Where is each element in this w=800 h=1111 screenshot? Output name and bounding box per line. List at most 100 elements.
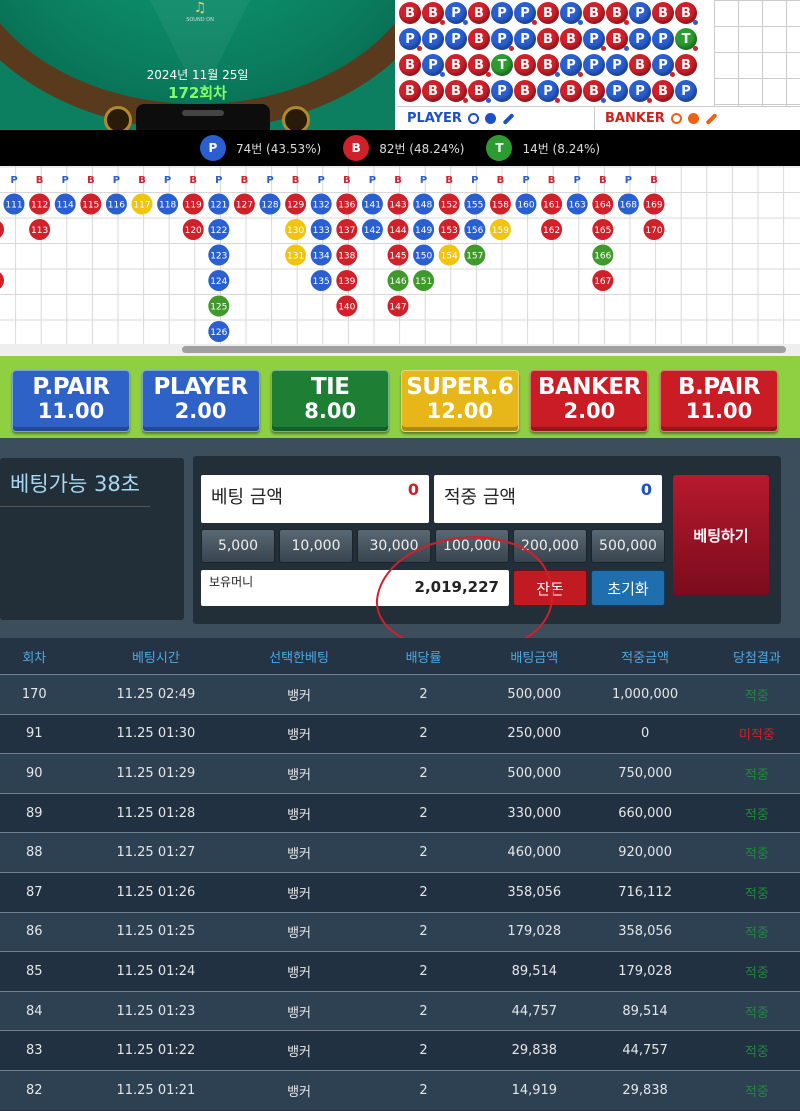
round-number-label: 125 [210, 303, 227, 313]
scrollbar-thumb[interactable] [182, 346, 786, 353]
stat-text: 14번 (8.24%) [522, 141, 601, 156]
column-header: B [292, 175, 300, 186]
history-row: 86 11.25 01:25 뱅커 2 179,028 358,056 적중 [0, 911, 800, 952]
history-cell: 11.25 01:21 [116, 1082, 196, 1098]
game-header: ♫ SOUND ON 2024년 11월 25일 172회차 BBPBPPBPB… [0, 0, 800, 131]
column-header: P [10, 175, 17, 186]
chip-button[interactable]: 200,000 [513, 529, 587, 563]
chip-button[interactable]: 500,000 [591, 529, 665, 563]
stat-text: 74번 (43.53%) [235, 141, 322, 156]
column-header: B [36, 175, 44, 186]
bead-result: B [583, 80, 606, 103]
history-row: 85 11.25 01:24 뱅커 2 89,514 179,028 적중 [0, 951, 800, 991]
bet-option-name: SUPER.6 [406, 374, 514, 400]
history-cell: 170 [21, 686, 47, 702]
round-number-label: 130 [287, 226, 304, 236]
chip-button[interactable]: 100,000 [435, 529, 509, 563]
round-number-label: 166 [594, 252, 611, 262]
result-circle [0, 221, 4, 238]
history-cell: 뱅커 [287, 807, 311, 823]
column-header: B [599, 175, 607, 186]
bet-history: 회차 베팅시간 선택한베팅 배당률 배팅금액 적중금액 당첨결과 170 11.25 02:4… [0, 638, 800, 1111]
round-number-label: 124 [210, 277, 227, 287]
bead-result: P [514, 28, 536, 50]
win-amount-value: 0 [640, 480, 652, 499]
round-number-label: 165 [594, 226, 611, 236]
column-header: P [164, 175, 171, 186]
result-ball-icon: P [199, 135, 226, 161]
bet-option-odds: 11.00 [685, 399, 753, 423]
history-column-header: 회차 [22, 650, 47, 666]
column-header: B [189, 175, 197, 186]
result-ball-icon: T [486, 135, 513, 161]
history-column-header: 적중금액 [621, 650, 670, 666]
big-road-grid: P B P B P B P B P B P B P B P B P B P B P B P B P B 111 112 113 114 11… [0, 166, 800, 344]
column-header: P [625, 175, 632, 186]
balance-label: 보유머니 [209, 575, 254, 589]
place-bet-button[interactable]: 베팅하기 [673, 475, 769, 595]
win-amount-field: 적중 금액 0 [434, 475, 662, 523]
bet-option-banker[interactable]: BANKER 2.00 [530, 370, 649, 432]
history-cell: 뱅커 [287, 1005, 311, 1021]
history-cell: 적중 [744, 1005, 769, 1021]
stat-text: 82번 (48.24%) [379, 141, 465, 156]
bead-result: B [629, 54, 651, 76]
round-number-label: 138 [338, 252, 355, 262]
change-button[interactable]: 잔돈 [513, 570, 587, 606]
history-cell: 83 [26, 1043, 43, 1059]
history-cell: 0 [640, 726, 650, 742]
card-shoe [136, 104, 270, 130]
chip-button[interactable]: 10,000 [279, 529, 353, 563]
history-cell: 716,112 [618, 884, 672, 900]
bet-option-super-6[interactable]: SUPER.6 12.00 [400, 370, 519, 432]
bead-result: P [629, 80, 652, 103]
round-number: 172회차 [168, 84, 227, 102]
bet-option-odds: 2.00 [563, 399, 616, 423]
bead-result: B [399, 54, 421, 76]
bead-result: T [675, 28, 698, 51]
live-table-view: ♫ SOUND ON 2024년 11월 25일 172회차 [0, 0, 395, 130]
history-cell: 뱅커 [287, 767, 311, 783]
history-cell: 84 [26, 1003, 43, 1019]
round-number-label: 169 [645, 201, 662, 211]
reset-button[interactable]: 초기화 [591, 570, 665, 606]
column-header: B [343, 175, 351, 186]
history-cell: 적중 [744, 1045, 769, 1061]
column-header: P [318, 175, 325, 186]
history-cell: 14,919 [511, 1082, 558, 1098]
round-number-label: 142 [364, 226, 381, 236]
history-cell: 358,056 [507, 884, 562, 900]
chip-button[interactable]: 5,000 [201, 529, 275, 563]
bet-option-player[interactable]: PLAYER 2.00 [141, 370, 260, 432]
bead-result: B [468, 54, 491, 77]
column-header: B [548, 175, 556, 186]
round-number-label: 159 [492, 226, 509, 236]
history-cell: 뱅커 [287, 847, 311, 863]
sound-toggle[interactable]: ♫ SOUND ON [185, 0, 215, 28]
history-cell: 460,000 [507, 845, 562, 861]
legend-banker[interactable]: BANKER [595, 107, 718, 131]
legend-player[interactable]: PLAYER [397, 106, 595, 131]
column-header: B [650, 175, 658, 186]
bet-option-b-pair[interactable]: B.PAIR 11.00 [660, 370, 778, 432]
bet-option-p-pair[interactable]: P.PAIR 11.00 [12, 370, 130, 432]
chip-holder-left [104, 106, 132, 130]
history-cell: 2 [419, 1082, 428, 1098]
round-number-label: 158 [492, 201, 509, 211]
history-cell: 29,838 [622, 1082, 668, 1098]
bead-result: T [491, 54, 513, 76]
history-cell: 적중 [744, 1084, 769, 1100]
bead-result: B [399, 2, 421, 24]
history-cell: 920,000 [618, 845, 672, 861]
round-number-label: 164 [594, 201, 611, 211]
bead-result: B [537, 54, 560, 77]
chip-button[interactable]: 30,000 [357, 529, 431, 563]
bet-option-tie[interactable]: TIE 8.00 [271, 370, 390, 432]
column-header: P [266, 175, 273, 186]
big-road: P B P B P B P B P B P B P B P B P B P B P B P B P B 111 112 113 114 11… [0, 166, 800, 344]
history-row: 88 11.25 01:27 뱅커 2 460,000 920,000 적중 [0, 832, 800, 872]
road-scrollbar[interactable] [0, 344, 800, 356]
bead-result: P [399, 28, 422, 51]
round-number-label: 168 [620, 201, 637, 211]
bead-result: P [629, 2, 651, 24]
